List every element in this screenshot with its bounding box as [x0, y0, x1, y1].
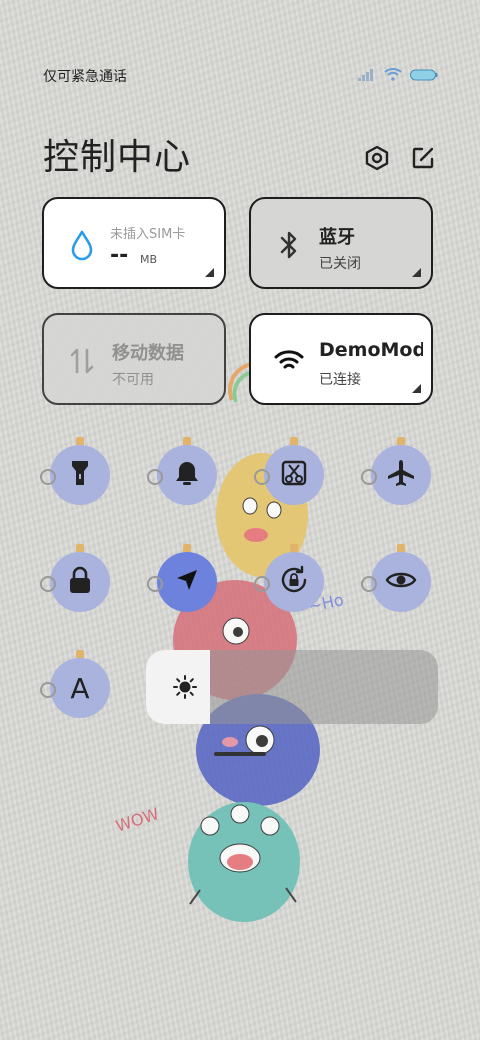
location-toggle[interactable]	[147, 544, 217, 612]
flashlight-toggle[interactable]	[40, 437, 110, 505]
wifi-network-name: DemoMode	[319, 339, 423, 361]
edit-icon	[411, 146, 435, 174]
data-usage-value: --	[110, 243, 129, 268]
font-icon: A	[70, 671, 90, 705]
svg-text:WOW: WOW	[113, 804, 161, 836]
status-bar: 仅可紧急通话	[0, 62, 480, 90]
screenshot-toggle[interactable]	[254, 437, 324, 505]
flashlight-icon	[69, 458, 91, 492]
rotation-lock-toggle[interactable]	[254, 544, 324, 612]
mobile-data-icon	[66, 345, 98, 377]
airplane-mode-toggle[interactable]	[361, 437, 431, 505]
sim-status-label: 未插入SIM卡	[110, 227, 186, 242]
expand-corner-icon	[205, 268, 214, 277]
settings-button[interactable]	[362, 145, 392, 175]
carrier-status: 仅可紧急通话	[43, 69, 127, 85]
expand-corner-icon	[412, 268, 421, 277]
eye-icon	[385, 569, 417, 595]
signal-icon	[358, 66, 376, 85]
water-drop-icon	[66, 229, 98, 261]
bluetooth-status: 已关闭	[319, 256, 361, 272]
bluetooth-icon	[273, 229, 305, 261]
data-usage-tile[interactable]: 未插入SIM卡 -- MB	[42, 197, 226, 289]
bluetooth-tile[interactable]: 蓝牙 已关闭	[249, 197, 433, 289]
font-size-toggle[interactable]: A	[40, 650, 110, 718]
page-title: 控制中心	[43, 137, 192, 178]
screen-lock-toggle[interactable]	[40, 544, 110, 612]
airplane-icon	[386, 458, 416, 492]
bell-icon	[174, 459, 200, 491]
drag-handle[interactable]	[214, 752, 266, 756]
data-usage-unit: MB	[140, 253, 158, 266]
location-icon	[174, 567, 200, 597]
reading-mode-toggle[interactable]	[361, 544, 431, 612]
rotation-lock-icon	[279, 565, 309, 599]
wifi-status: 已连接	[319, 372, 361, 388]
battery-icon	[410, 66, 438, 85]
bluetooth-label: 蓝牙	[319, 227, 355, 248]
mobile-data-label: 移动数据	[112, 343, 184, 364]
settings-hexagon-icon	[364, 145, 390, 175]
screenshot-icon	[280, 459, 308, 491]
brightness-slider[interactable]	[146, 650, 438, 724]
edit-button[interactable]	[408, 145, 438, 175]
mute-toggle[interactable]	[147, 437, 217, 505]
expand-corner-icon	[412, 384, 421, 393]
mobile-data-status: 不可用	[112, 372, 154, 388]
wifi-icon	[273, 345, 305, 377]
sun-icon	[172, 674, 198, 700]
mobile-data-tile[interactable]: 移动数据 不可用	[42, 313, 226, 405]
wifi-tile[interactable]: DemoMode 已连接	[249, 313, 433, 405]
status-icons	[358, 66, 438, 85]
lock-icon	[67, 565, 93, 599]
wifi-icon	[384, 66, 402, 85]
